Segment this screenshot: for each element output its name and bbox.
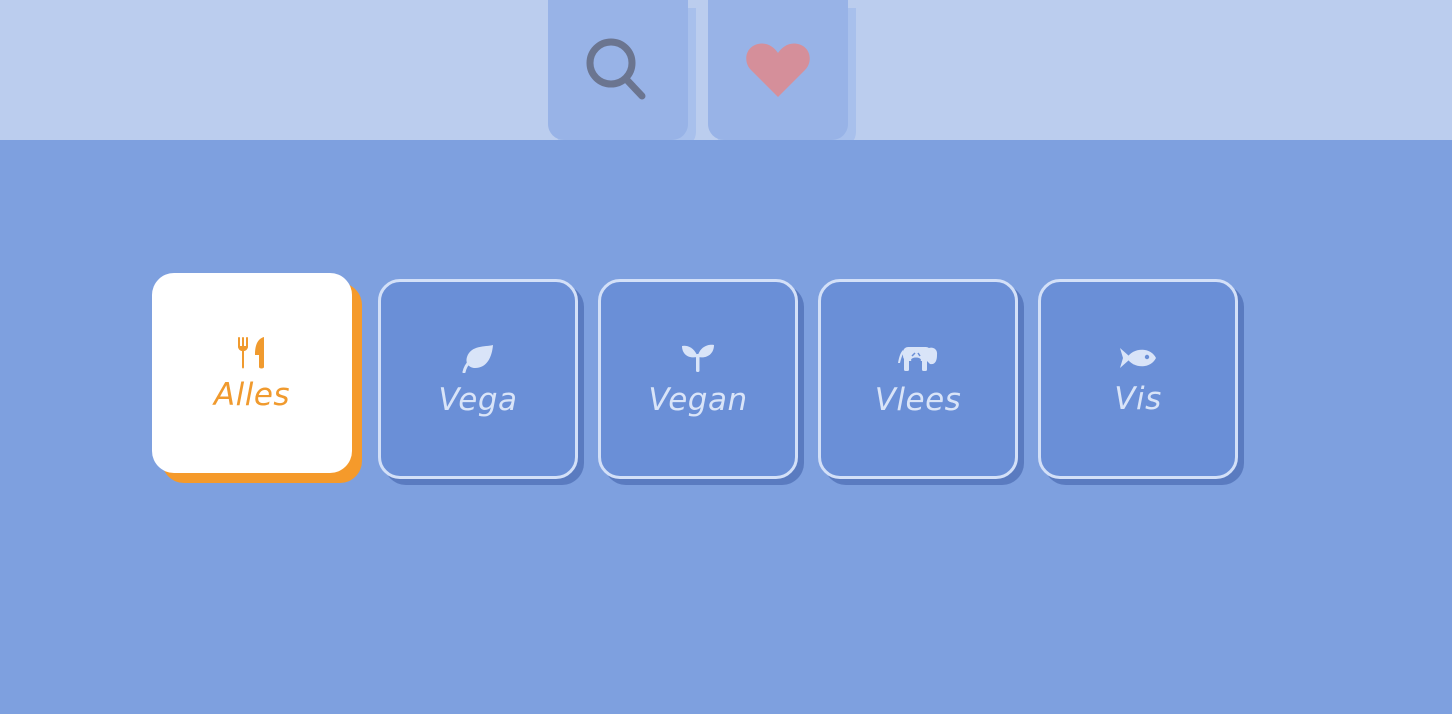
filter-label: Alles xyxy=(213,376,291,413)
filter-label: Vegan xyxy=(648,381,748,418)
cow-icon xyxy=(897,343,939,377)
filter-vegan-button[interactable]: Vegan xyxy=(598,279,798,479)
filter-vis-button[interactable]: Vis xyxy=(1038,279,1238,479)
fish-icon xyxy=(1118,344,1158,376)
top-bar xyxy=(0,0,1452,140)
utensils-icon xyxy=(237,336,267,374)
filter-label: Vlees xyxy=(874,381,962,418)
search-tab[interactable] xyxy=(548,0,688,140)
filter-vlees-button[interactable]: Vlees xyxy=(818,279,1018,479)
leaf-icon xyxy=(461,343,495,377)
filter-vega-button[interactable]: Vega xyxy=(378,279,578,479)
filter-label: Vis xyxy=(1114,380,1162,417)
seedling-icon xyxy=(681,343,715,377)
search-icon xyxy=(583,35,653,105)
favorites-tab[interactable] xyxy=(708,0,848,140)
filter-label: Vega xyxy=(438,381,518,418)
filter-alles-button[interactable]: Alles xyxy=(152,273,352,473)
filter-area: Alles Vega Vegan Vlees Vis xyxy=(0,140,1452,714)
heart-icon xyxy=(745,41,811,99)
